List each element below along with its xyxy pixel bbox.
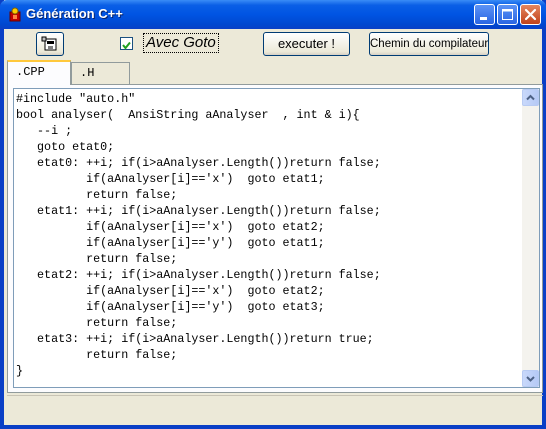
chevron-down-icon [526, 376, 535, 382]
close-button[interactable] [520, 4, 541, 25]
scroll-up-button[interactable] [522, 89, 539, 106]
window-title: Génération C++ [26, 6, 123, 21]
run-button[interactable]: executer ! [263, 32, 350, 56]
vertical-scrollbar[interactable] [522, 89, 539, 387]
checkmark-icon [122, 41, 131, 50]
maximize-button[interactable] [497, 4, 518, 25]
goto-checkbox[interactable] [120, 37, 133, 50]
compiler-path-button[interactable]: Chemin du compilateur [369, 32, 489, 56]
save-button[interactable] [36, 32, 64, 56]
save-file-icon [41, 36, 57, 51]
maximize-icon [502, 9, 513, 20]
code-text[interactable]: #include "auto.h" bool analyser( AnsiStr… [16, 91, 381, 379]
scroll-down-button[interactable] [522, 370, 539, 387]
chevron-up-icon [526, 94, 535, 101]
tab-h[interactable]: .H [71, 62, 130, 84]
title-bar[interactable]: Génération C++ [0, 0, 546, 29]
status-bar [7, 395, 543, 423]
app-icon [8, 7, 22, 22]
code-editor[interactable]: #include "auto.h" bool analyser( AnsiStr… [13, 88, 540, 388]
goto-checkbox-label[interactable]: Avec Goto [143, 33, 219, 53]
main-window: Génération C++ Avec Goto executer ! Chem… [0, 0, 546, 429]
minimize-icon [480, 17, 487, 20]
tab-cpp[interactable]: .CPP [7, 60, 71, 85]
minimize-button[interactable] [474, 4, 495, 25]
tab-panel: #include "auto.h" bool analyser( AnsiStr… [7, 84, 543, 393]
close-icon [524, 8, 537, 21]
